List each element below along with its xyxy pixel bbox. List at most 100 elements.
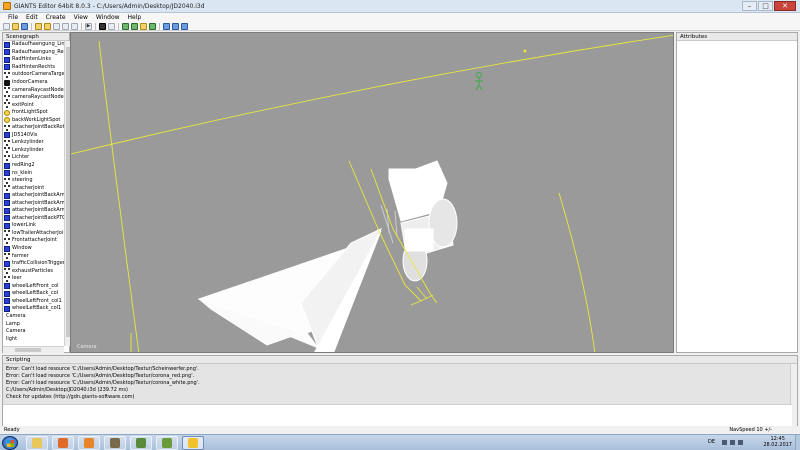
light-icon [4, 117, 10, 124]
scenegraph-node[interactable]: attacherJoint [3, 184, 64, 192]
menu-view[interactable]: View [70, 13, 92, 22]
scenegraph-node[interactable]: backWorkLightSpot [3, 116, 64, 124]
settings-icon[interactable] [172, 22, 179, 30]
scenegraph-node[interactable]: wheelLeftBack_col [3, 290, 64, 298]
menu-file[interactable]: File [4, 13, 22, 22]
scenegraph-node[interactable]: exhaustParticles [3, 267, 64, 275]
scenegraph-node[interactable]: ns_klein [3, 169, 64, 177]
taskbar-browser-button[interactable] [78, 436, 100, 450]
scenegraph-node[interactable]: wheelLeftFront_col1 [3, 298, 64, 306]
scenegraph-node[interactable]: redRing2 [3, 162, 64, 170]
taskbar-game2-button[interactable] [130, 436, 152, 450]
scale-icon[interactable] [71, 22, 78, 30]
open-icon[interactable] [12, 22, 19, 30]
scenegraph-node-label: Camera [6, 312, 26, 319]
taskbar-media-button[interactable] [52, 436, 74, 450]
light-marker [523, 49, 527, 53]
play-icon[interactable]: ▶ [85, 22, 92, 30]
move-icon[interactable] [53, 22, 60, 30]
scenegraph-node[interactable]: lowTrailerAttacherJoi [3, 230, 64, 238]
scenegraph-node[interactable]: Lamp [3, 320, 64, 328]
scenegraph-node[interactable]: steering [3, 177, 64, 185]
character-marker [475, 72, 483, 91]
scenegraph-node[interactable]: Lenkzylinder [3, 139, 64, 147]
scenegraph-header: Scenegraph [3, 33, 69, 41]
scenegraph-node[interactable]: Camera [3, 313, 64, 321]
volume-icon[interactable] [738, 440, 743, 445]
menu-help[interactable]: Help [124, 13, 146, 22]
taskbar-minecraft-button[interactable] [156, 436, 178, 450]
network-icon[interactable] [730, 440, 735, 445]
scenegraph-node[interactable]: attacherJointBackPTC [3, 215, 64, 223]
grid-icon[interactable] [108, 22, 115, 30]
show-desktop-button[interactable] [795, 435, 800, 450]
scenegraph-node[interactable]: light [3, 335, 64, 343]
menu-create[interactable]: Create [42, 13, 70, 22]
save-icon[interactable] [21, 22, 28, 30]
scenegraph-node[interactable]: RadHintenRechts [3, 64, 64, 72]
script-input[interactable] [3, 404, 792, 426]
scenegraph-node[interactable]: JD5140Vis [3, 132, 64, 140]
undo-icon[interactable] [35, 22, 42, 30]
scripting-log: Error: Can't load resource 'C:/Users/Adm… [3, 364, 792, 404]
scenegraph-node[interactable]: lowerLink [3, 222, 64, 230]
scenegraph-node[interactable]: attacherJointBackArm [3, 192, 64, 200]
scenegraph-node[interactable]: Window [3, 245, 64, 253]
scenegraph-node[interactable]: outdoorCameraTarge [3, 71, 64, 79]
scenegraph-node[interactable]: Lenkzylinder [3, 147, 64, 155]
clock[interactable]: 12:45 28.02.2017 [763, 436, 792, 448]
taskbar-explorer-button[interactable] [26, 436, 48, 450]
lights-icon[interactable] [149, 22, 156, 30]
terrain-icon[interactable] [122, 22, 129, 30]
scenegraph-node[interactable]: Radaufhaengung_Rec [3, 49, 64, 57]
scenegraph-node-label: Lenkzylinder [12, 139, 44, 146]
status-bar: Ready NavSpeed 10 +/- [0, 427, 800, 434]
scenegraph-node[interactable]: leer [3, 275, 64, 283]
scenegraph-node[interactable]: cameraRaycastNode2 [3, 94, 64, 102]
scenegraph-node[interactable]: frontLightSpot [3, 109, 64, 117]
language-indicator[interactable]: DE [708, 439, 715, 445]
camera-icon[interactable] [99, 22, 106, 30]
scenegraph-node[interactable]: attacherJointBackArm [3, 207, 64, 215]
rotate-icon[interactable] [62, 22, 69, 30]
boundary-arc-left [98, 40, 140, 352]
scenegraph-node[interactable]: FrontattacherJoint [3, 237, 64, 245]
minimize-button[interactable]: – [742, 1, 757, 11]
menu-window[interactable]: Window [92, 13, 124, 22]
foliage-icon[interactable] [131, 22, 138, 30]
close-button[interactable]: ✕ [774, 1, 796, 11]
scenegraph-node-label: Lenkzylinder [12, 146, 44, 153]
scenegraph-node[interactable]: wheelLeftFront_col [3, 283, 64, 291]
maximize-button[interactable]: □ [758, 1, 773, 11]
shape-node-icon [4, 207, 10, 214]
scenegraph-horizontal-scrollbar[interactable] [3, 346, 64, 353]
scenegraph-node[interactable]: RadHintenLinks [3, 56, 64, 64]
scenegraph-node[interactable]: indoorCamera [3, 79, 64, 87]
new-icon[interactable] [3, 22, 10, 30]
scenegraph-node[interactable]: farmer [3, 252, 64, 260]
scenegraph-node-label: Lichter [12, 154, 30, 161]
scenegraph-node[interactable]: exitPoint [3, 101, 64, 109]
taskbar-giants-editor-button[interactable] [182, 436, 204, 450]
toolbar: ▶ [0, 22, 800, 31]
scenegraph-node[interactable]: Camera [3, 328, 64, 336]
scenegraph-node[interactable]: Radaufhaengung_Lin [3, 41, 64, 49]
transform-group-icon [4, 230, 10, 237]
shader-icon[interactable] [163, 22, 170, 30]
scenegraph-node[interactable]: cameraRaycastNode1 [3, 86, 64, 94]
scenegraph-node-label: trafficCollisionTrigger [12, 260, 64, 267]
scenegraph-node[interactable]: trafficCollisionTrigger [3, 260, 64, 268]
start-button[interactable] [2, 436, 18, 450]
spline-icon[interactable] [140, 22, 147, 30]
redo-icon[interactable] [44, 22, 51, 30]
menu-edit[interactable]: Edit [22, 13, 42, 22]
scenegraph-node[interactable]: attacherJointBackRot [3, 124, 64, 132]
scenegraph-node[interactable]: wheelLeftBack_col1 [3, 305, 64, 313]
help-icon[interactable] [181, 22, 188, 30]
scenegraph-node[interactable]: Lichter [3, 154, 64, 162]
3d-viewport[interactable]: Camera [70, 32, 674, 353]
tray-arrow-icon[interactable] [722, 440, 727, 445]
taskbar-game1-button[interactable] [104, 436, 126, 450]
scrollbar-thumb[interactable] [15, 348, 41, 352]
scenegraph-node[interactable]: attacherJointBackArm [3, 199, 64, 207]
